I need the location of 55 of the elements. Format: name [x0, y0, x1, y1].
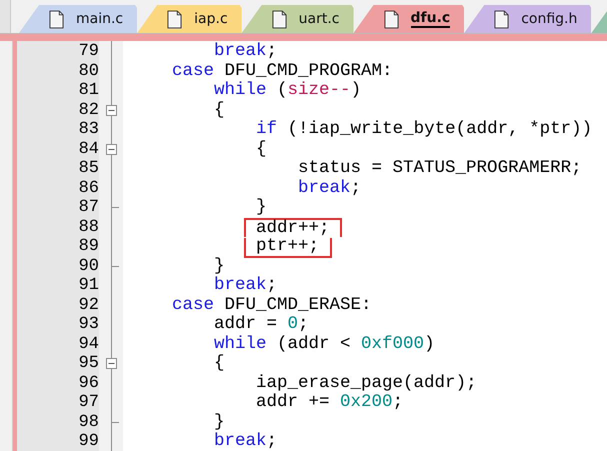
document-icon: [167, 10, 182, 28]
line-number: 95: [78, 354, 99, 374]
line-number: 89: [78, 237, 99, 256]
file-tab[interactable]: dfu.c: [354, 5, 464, 33]
line-number: 99: [78, 432, 99, 451]
code-line: {: [255, 140, 268, 160]
line-number: 87: [78, 198, 99, 218]
document-icon: [272, 10, 287, 28]
code-line: }: [255, 199, 268, 218]
code-line: {: [213, 355, 226, 374]
code-line: break;: [297, 180, 362, 199]
line-number: 88: [78, 218, 99, 237]
line-number: 81: [78, 81, 99, 100]
line-number: 92: [78, 296, 99, 315]
code-line: addr += 0x200;: [255, 394, 404, 414]
line-number: 79: [78, 42, 99, 62]
code-line: addr = 0;: [213, 316, 310, 335]
code-line: case DFU_CMD_PROGRAM:: [171, 62, 394, 81]
code-line: }: [213, 414, 226, 432]
code-line: {: [213, 102, 226, 121]
file-tab[interactable]: uart.c: [242, 5, 354, 33]
code-line: break;: [213, 43, 278, 62]
line-number: 93: [78, 315, 99, 334]
line-number: 84: [78, 140, 99, 159]
line-number: 91: [78, 276, 99, 296]
file-tab[interactable]: config.h: [464, 5, 592, 33]
collapse-icon[interactable]: [106, 358, 117, 370]
code-line: while (size--): [213, 82, 362, 101]
collapse-icon[interactable]: [106, 144, 117, 155]
collapse-icon[interactable]: [106, 104, 117, 116]
line-number: 83: [78, 120, 99, 140]
line-number: 90: [78, 256, 99, 276]
line-number: 98: [78, 412, 99, 432]
document-icon: [494, 10, 510, 28]
code-line: if (!iap_write_byte(addr, *ptr)): [255, 121, 594, 140]
code-line: while (addr < 0xf000): [213, 336, 436, 354]
line-number: 94: [78, 334, 99, 354]
file-tab[interactable]: main.c: [19, 5, 138, 33]
highlighted-code-line: addr++;: [244, 218, 342, 237]
document-icon: [49, 10, 64, 28]
code-line: iap_erase_page(addr);: [255, 374, 478, 393]
line-number: 80: [78, 62, 99, 81]
code-line: break;: [213, 433, 278, 451]
code-line: }: [213, 258, 226, 276]
line-number: 96: [78, 374, 99, 393]
code-line: status = STATUS_PROGRAMERR;: [297, 160, 583, 179]
line-number: 85: [78, 159, 99, 178]
line-number: 86: [78, 178, 99, 198]
file-tab[interactable]: iap.c: [137, 5, 242, 33]
highlighted-code-line: ptr++;: [244, 238, 332, 258]
line-number: 97: [78, 393, 99, 412]
code-line: case DFU_CMD_ERASE:: [171, 296, 373, 315]
code-line: break;: [213, 277, 278, 296]
line-number: 82: [78, 100, 99, 120]
document-icon: [384, 10, 399, 28]
